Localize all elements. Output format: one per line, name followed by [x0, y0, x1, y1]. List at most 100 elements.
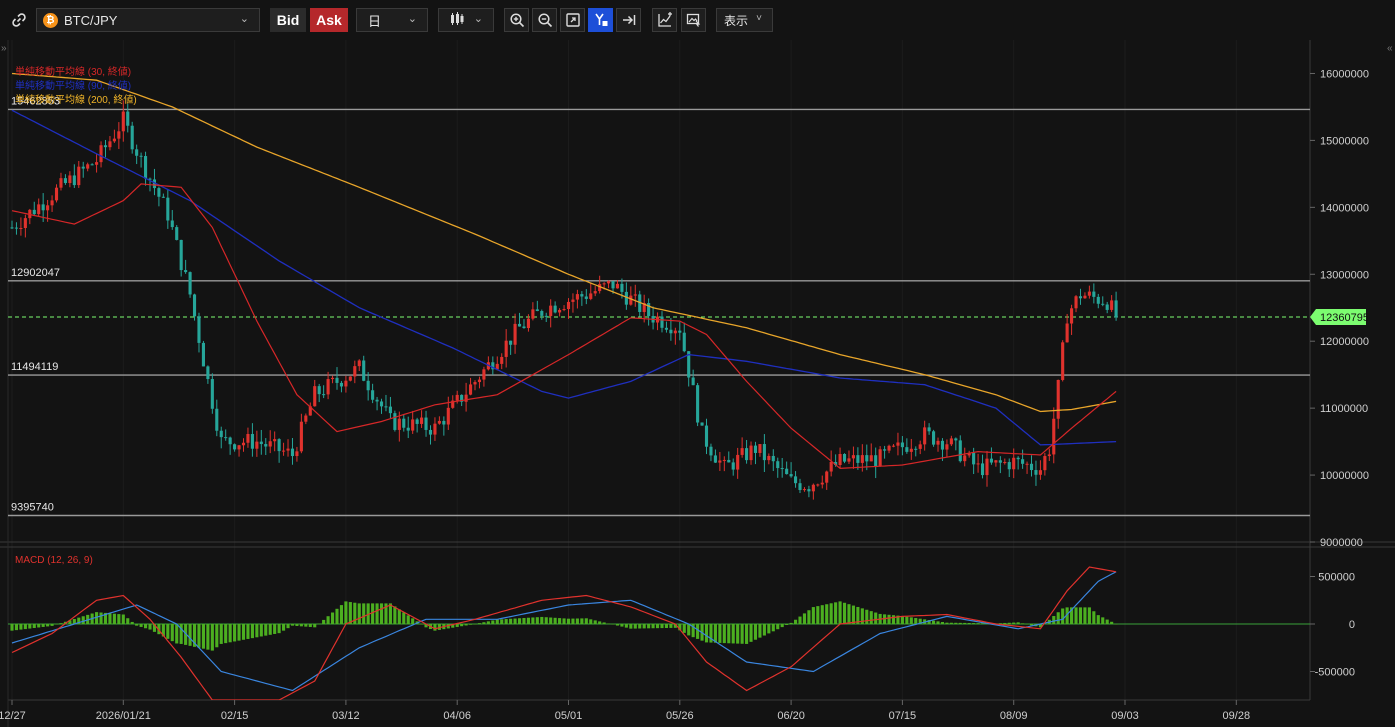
- macd-axis[interactable]: 500000 0 -500000: [1310, 572, 1355, 679]
- zoom-in-icon[interactable]: [504, 8, 529, 32]
- histogram-bar: [954, 622, 958, 624]
- candle-body: [90, 164, 94, 166]
- legend-sma30[interactable]: 単純移動平均線 (30, 終値): [15, 65, 131, 78]
- candle-body: [50, 200, 54, 206]
- candle-body: [344, 380, 348, 387]
- expand-right-icon[interactable]: «: [1387, 43, 1393, 54]
- jump-to-latest-icon[interactable]: [616, 8, 641, 32]
- macd-legend[interactable]: MACD (12, 26, 9): [15, 555, 93, 566]
- candle-body: [664, 327, 669, 330]
- histogram-bar: [727, 624, 731, 644]
- expand-left-icon[interactable]: »: [1, 43, 7, 54]
- histogram-bar: [776, 624, 780, 630]
- candle-body: [914, 448, 918, 450]
- symbol-selector[interactable]: ₿ BTC/JPY ⌄: [36, 8, 260, 32]
- date-axis-label: 09/28: [1223, 710, 1251, 722]
- histogram-bar: [393, 606, 397, 624]
- candle-body: [477, 379, 482, 383]
- histogram-bar: [624, 624, 628, 628]
- zoom-out-icon[interactable]: [532, 8, 557, 32]
- symbol-label: BTC/JPY: [64, 12, 118, 28]
- histogram-bar: [513, 618, 517, 624]
- histogram-bar: [14, 624, 19, 631]
- date-axis[interactable]: 12/27 2026/01/21 02/15 03/12 04/06 05/01 05/26…: [0, 700, 1250, 722]
- histogram-bar: [504, 619, 508, 624]
- histogram-bar: [642, 624, 646, 629]
- candle-body: [1105, 304, 1109, 310]
- candle-body: [1016, 457, 1020, 460]
- candle-body: [10, 227, 14, 229]
- histogram-bar: [762, 624, 766, 636]
- candle-body: [998, 460, 1002, 463]
- candle-body: [807, 489, 811, 492]
- histogram-bar: [669, 624, 673, 628]
- candle-body: [210, 379, 214, 409]
- candle-body: [980, 463, 985, 476]
- candle-body: [1025, 463, 1029, 465]
- histogram-bar: [255, 624, 259, 638]
- candle-body: [1087, 291, 1091, 296]
- histogram-bar: [553, 617, 557, 624]
- candle-body: [442, 420, 446, 425]
- candle-body: [958, 440, 962, 462]
- candle-body: [144, 156, 148, 179]
- screenshot-icon[interactable]: [681, 8, 706, 32]
- histogram-bar: [1003, 622, 1007, 624]
- histogram-bar: [1016, 622, 1020, 624]
- histogram-bar: [722, 624, 726, 644]
- candle-body: [758, 444, 762, 453]
- histogram-bar: [802, 613, 807, 624]
- candle-body: [736, 454, 740, 470]
- histogram-bar: [402, 612, 406, 624]
- candle: [348, 376, 352, 382]
- histogram-bar: [517, 618, 522, 624]
- candle-body: [268, 441, 272, 447]
- histogram-bar: [246, 624, 250, 639]
- y-axis-scale-icon[interactable]: [588, 8, 613, 32]
- candle: [393, 410, 397, 432]
- histogram-bar: [344, 601, 348, 624]
- histogram-bar: [477, 623, 482, 624]
- histogram-bar: [148, 624, 152, 630]
- histogram-bar: [602, 622, 606, 624]
- indicator-legend: 単純移動平均線 (30, 終値) 単純移動平均線 (90, 終値) 単純移動平均…: [15, 65, 137, 106]
- histogram-bar: [718, 624, 722, 643]
- legend-sma90[interactable]: 単純移動平均線 (90, 終値): [15, 79, 131, 92]
- histogram-bar: [780, 624, 784, 628]
- candle-body: [856, 455, 860, 463]
- histogram-bar: [277, 624, 281, 634]
- candle-body: [522, 326, 526, 329]
- histogram-bar: [767, 624, 771, 634]
- histogram-bar: [1101, 617, 1105, 624]
- chart-type-selector[interactable]: ⌄: [438, 8, 494, 32]
- histogram-bar: [736, 624, 740, 644]
- add-indicator-icon[interactable]: [652, 8, 677, 32]
- histogram-bar: [304, 624, 308, 627]
- candle-body: [909, 448, 913, 452]
- candle-body: [304, 415, 308, 422]
- legend-sma200[interactable]: 単純移動平均線 (200, 終値): [15, 93, 137, 106]
- histogram-bar: [811, 607, 815, 624]
- candle-body: [865, 455, 869, 462]
- link-icon[interactable]: [6, 8, 31, 32]
- fit-screen-icon[interactable]: [560, 8, 585, 32]
- period-selector[interactable]: 日 ⌄: [356, 8, 428, 32]
- histogram-bar: [589, 619, 593, 624]
- histogram-bar: [687, 624, 691, 636]
- macd-axis-label: 500000: [1318, 572, 1355, 584]
- price-axis-label: 11000000: [1320, 403, 1368, 415]
- chart-area[interactable]: » « 15462853 12902047 11494119 9395740 単…: [0, 40, 1395, 727]
- histogram-bar: [526, 617, 530, 624]
- candle: [1061, 340, 1065, 382]
- display-menu[interactable]: 表示 ˅: [716, 8, 773, 32]
- histogram-bar: [549, 617, 553, 624]
- candle-body: [789, 474, 793, 477]
- candle-body: [81, 166, 85, 169]
- histogram-bar: [834, 602, 838, 624]
- candle-body: [811, 484, 815, 492]
- price-axis[interactable]: 16000000 15000000 14000000 13000000 12000000…: [1310, 68, 1369, 549]
- candle: [130, 121, 134, 154]
- bid-button[interactable]: Bid: [270, 8, 306, 32]
- candle-body: [776, 461, 780, 469]
- ask-button[interactable]: Ask: [310, 8, 348, 32]
